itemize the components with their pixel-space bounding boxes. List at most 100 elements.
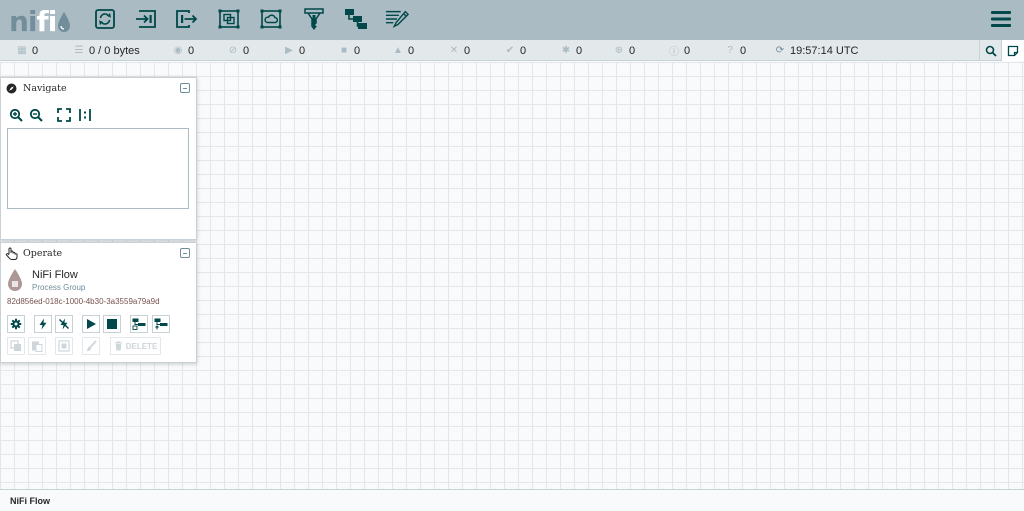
stopped-count: 0	[354, 44, 361, 57]
toolbar-label-button[interactable]	[385, 6, 409, 32]
configure-button[interactable]	[7, 315, 25, 333]
stop-icon: ■	[340, 45, 348, 56]
play-icon: ▶	[285, 45, 293, 56]
delete-label: DELETE	[125, 341, 158, 351]
compass-icon	[6, 83, 17, 94]
status-stale: ⊕ 0	[614, 40, 635, 61]
actual-size-button[interactable]	[77, 107, 93, 123]
label-icon	[385, 10, 409, 28]
operate-collapse-button[interactable]	[180, 248, 190, 258]
change-color-button[interactable]	[82, 337, 100, 355]
disable-button[interactable]	[55, 315, 73, 333]
toolbar-output-port-button[interactable]	[175, 6, 199, 32]
header-bar: ni fi	[0, 0, 1024, 40]
toolbar-funnel-button[interactable]	[302, 6, 326, 32]
asterisk-icon: ✱	[561, 45, 571, 56]
operate-title: Operate	[23, 248, 63, 259]
status-stopped: ■ 0	[339, 40, 360, 61]
refresh-icon[interactable]: ⟳	[775, 45, 785, 56]
locally-modified-count: 0	[576, 44, 583, 57]
breadcrumb-current[interactable]: NiFi Flow	[10, 496, 50, 506]
stale-count: 0	[629, 44, 636, 57]
component-type: Process Group	[32, 283, 86, 292]
input-port-icon	[136, 10, 156, 28]
disabled-icon: ✕	[449, 45, 459, 56]
transmitting-count: 0	[188, 44, 195, 57]
gear-icon	[10, 318, 22, 330]
queued-value: 0 / 0 bytes	[89, 44, 140, 57]
hamburger-menu-icon	[991, 11, 1011, 27]
active-threads-count: 0	[32, 44, 39, 57]
toolbar-remote-process-group-button[interactable]	[259, 6, 283, 32]
navigate-title: Navigate	[23, 83, 67, 94]
sync-failure-count: 0	[740, 44, 747, 57]
up-to-date-count: 0	[520, 44, 527, 57]
start-button[interactable]	[82, 315, 100, 333]
status-last-refreshed[interactable]: ⟳ 19:57:14 UTC	[775, 40, 859, 61]
status-running: ▶ 0	[284, 40, 305, 61]
stop-button[interactable]	[103, 315, 121, 333]
queue-list-icon: ☰	[74, 45, 84, 56]
status-up-to-date: ✔ 0	[505, 40, 526, 61]
fit-button[interactable]	[56, 107, 72, 123]
warning-icon: ▲	[393, 45, 403, 56]
status-invalid: ▲ 0	[393, 40, 414, 61]
component-id: 82d856ed-018c-1000-4b30-3a3559a79a9d	[7, 297, 160, 306]
navigate-collapse-button[interactable]	[180, 83, 190, 93]
zoom-in-icon	[9, 108, 23, 122]
copy-button[interactable]	[7, 337, 25, 355]
group-button[interactable]	[55, 337, 73, 355]
logo-drop-icon	[58, 12, 71, 32]
birdseye-view[interactable]	[7, 128, 189, 209]
template-icon	[345, 9, 367, 29]
invalid-count: 0	[408, 44, 415, 57]
toolbar-processor-button[interactable]	[93, 6, 117, 32]
funnel-icon	[304, 8, 324, 30]
last-refreshed-time: 19:57:14 UTC	[790, 44, 859, 57]
toolbar-input-port-button[interactable]	[134, 6, 158, 32]
transmitting-icon: ◉	[173, 45, 183, 56]
status-locally-modified-stale: ⓘ 0	[669, 40, 690, 61]
component-name: NiFi Flow	[32, 269, 78, 281]
output-port-icon	[176, 10, 198, 28]
flash-icon	[39, 318, 47, 330]
question-icon: ?	[727, 45, 733, 56]
locally-modified-stale-count: 0	[684, 44, 691, 57]
upload-template-button[interactable]	[152, 315, 170, 333]
toolbar-process-group-button[interactable]	[217, 6, 241, 32]
processor-icon	[95, 9, 115, 29]
stale-icon: ⊕	[614, 45, 624, 56]
group-icon	[58, 340, 70, 352]
running-count: 0	[299, 44, 306, 57]
bulletin-board-button[interactable]	[1001, 40, 1024, 61]
check-icon: ✔	[505, 45, 515, 56]
zoom-out-button[interactable]	[28, 107, 44, 123]
status-sync-failure: ? 0	[725, 40, 746, 61]
global-menu-button[interactable]	[990, 9, 1012, 29]
navigate-header[interactable]: Navigate	[1, 78, 196, 100]
create-template-button[interactable]	[130, 315, 148, 333]
zoom-in-button[interactable]	[8, 107, 24, 123]
copy-icon	[10, 340, 21, 351]
paste-button[interactable]	[28, 337, 46, 355]
nifi-logo: ni fi	[9, 3, 71, 37]
remote-process-group-icon	[260, 9, 282, 29]
status-queued: ☰ 0 / 0 bytes	[74, 40, 140, 61]
disable-flash-icon	[59, 318, 69, 330]
toolbar-template-button[interactable]	[344, 6, 368, 32]
play-icon	[87, 319, 96, 329]
sticky-note-icon	[1007, 45, 1019, 56]
process-group-drop-icon	[8, 269, 22, 291]
stop-icon	[107, 319, 117, 329]
enable-button[interactable]	[34, 315, 52, 333]
threads-icon: ▦	[17, 45, 27, 56]
operate-header[interactable]: Operate	[1, 243, 196, 265]
flow-status-bar: ▦ 0 ☰ 0 / 0 bytes ◉ 0 ⊘ 0 ▶ 0 ■ 0 ▲ 0 ✕ …	[0, 40, 1024, 61]
logo-ni: ni	[9, 5, 38, 38]
paint-brush-icon	[86, 340, 97, 352]
delete-button[interactable]: DELETE	[110, 337, 161, 355]
status-transmitting: ◉ 0	[173, 40, 195, 61]
create-template-icon	[132, 318, 146, 330]
status-active-threads: ▦ 0	[17, 40, 38, 61]
search-button[interactable]	[979, 40, 1001, 61]
